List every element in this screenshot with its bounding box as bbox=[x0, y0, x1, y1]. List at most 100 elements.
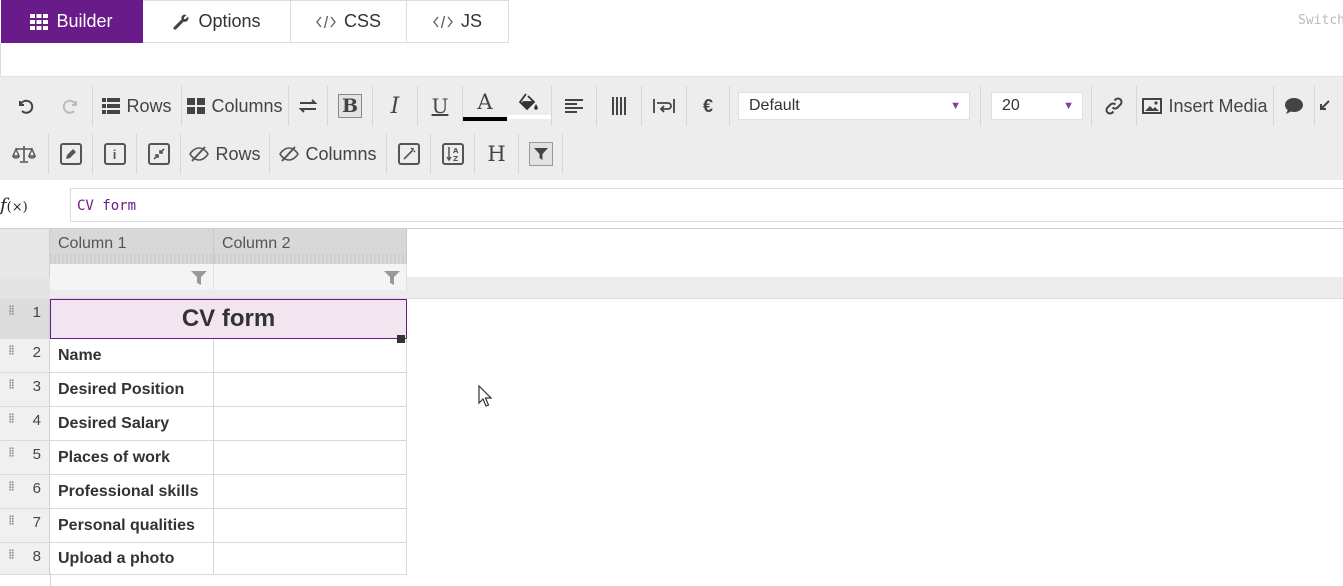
underline-button[interactable]: U bbox=[418, 86, 462, 126]
row-header[interactable]: 2 bbox=[0, 339, 50, 373]
wrench-icon bbox=[173, 14, 189, 30]
header-button[interactable]: H bbox=[475, 134, 518, 174]
currency-button[interactable]: € bbox=[687, 86, 729, 126]
edit-button[interactable] bbox=[49, 134, 92, 174]
italic-button[interactable]: I bbox=[373, 86, 417, 126]
table-cell[interactable]: Name bbox=[50, 339, 214, 373]
row-number: 4 bbox=[32, 412, 41, 429]
tab-css[interactable]: CSS bbox=[291, 0, 407, 43]
table-cell[interactable] bbox=[214, 509, 407, 543]
merge-button[interactable] bbox=[137, 134, 180, 174]
grid-divider bbox=[50, 573, 51, 586]
title-cell[interactable]: CV form bbox=[50, 299, 407, 339]
drag-handle-icon[interactable] bbox=[9, 305, 14, 315]
hide-rows-button[interactable]: Rows bbox=[181, 134, 269, 174]
table-cell[interactable] bbox=[214, 441, 407, 475]
font-color-button[interactable]: A bbox=[463, 86, 507, 126]
toolbar-separator bbox=[729, 86, 730, 126]
redo-icon bbox=[62, 99, 77, 114]
column-filter[interactable] bbox=[214, 264, 407, 290]
filter-button[interactable] bbox=[519, 134, 562, 174]
row-header[interactable]: 1 bbox=[0, 299, 50, 339]
drag-handle-icon[interactable] bbox=[9, 447, 14, 457]
arrow-icon bbox=[1320, 100, 1330, 110]
table-cell[interactable] bbox=[214, 475, 407, 509]
row-header[interactable]: 6 bbox=[0, 475, 50, 509]
link-icon bbox=[1105, 97, 1123, 115]
comment-button[interactable] bbox=[1274, 86, 1314, 126]
drag-handle-icon[interactable] bbox=[9, 549, 14, 559]
column-filter[interactable] bbox=[50, 264, 214, 290]
chevron-down-icon: ▼ bbox=[950, 100, 961, 112]
redo-button[interactable] bbox=[50, 86, 92, 126]
font-size-select[interactable]: 20 ▼ bbox=[991, 92, 1083, 120]
transpose-button[interactable] bbox=[289, 86, 327, 126]
row-number: 5 bbox=[32, 446, 41, 463]
table-cell[interactable]: Personal qualities bbox=[50, 509, 214, 543]
toolbar: Rows Columns B I U A € Default ▼ 20 ▼ In… bbox=[0, 76, 1343, 180]
row-header[interactable]: 7 bbox=[0, 509, 50, 543]
table-cell[interactable]: Desired Salary bbox=[50, 407, 214, 441]
table-cell[interactable] bbox=[214, 373, 407, 407]
link-button[interactable] bbox=[1092, 86, 1136, 126]
sort-button[interactable]: A Z bbox=[431, 134, 474, 174]
table-cell[interactable] bbox=[214, 543, 407, 575]
font-family-select[interactable]: Default ▼ bbox=[738, 92, 970, 120]
tab-builder[interactable]: Builder bbox=[1, 0, 143, 43]
grid-icon bbox=[30, 13, 49, 30]
toolbar-row-1: Rows Columns B I U A € Default ▼ 20 ▼ In… bbox=[0, 84, 1335, 128]
columns-button[interactable]: Columns bbox=[182, 86, 288, 126]
info-button[interactable]: i bbox=[93, 134, 136, 174]
columns-icon bbox=[187, 98, 206, 114]
column-header[interactable]: Column 1 bbox=[50, 229, 214, 264]
row-header[interactable]: 8 bbox=[0, 543, 50, 575]
hide-columns-label: Columns bbox=[305, 143, 377, 164]
table-cell[interactable]: Places of work bbox=[50, 441, 214, 475]
font-family-value: Default bbox=[749, 97, 800, 114]
table-cell[interactable] bbox=[214, 407, 407, 441]
drag-handle-icon[interactable] bbox=[9, 345, 14, 355]
svg-text:A: A bbox=[453, 147, 459, 155]
undo-button[interactable] bbox=[0, 86, 50, 126]
column-header[interactable]: Column 2 bbox=[214, 229, 407, 264]
tab-js[interactable]: JS bbox=[407, 0, 509, 43]
table-cell[interactable]: Desired Position bbox=[50, 373, 214, 407]
row-header[interactable]: 5 bbox=[0, 441, 50, 475]
rows-button[interactable]: Rows bbox=[93, 86, 181, 126]
bold-button[interactable]: B bbox=[328, 86, 372, 126]
formula-bar: f(×) CV form bbox=[0, 180, 1343, 229]
toolbar-separator bbox=[980, 86, 981, 126]
undo-icon bbox=[19, 99, 34, 114]
bold-icon: B bbox=[338, 94, 362, 118]
drag-handle-icon[interactable] bbox=[9, 379, 14, 389]
tab-options[interactable]: Options bbox=[143, 0, 291, 43]
sort-az-icon: A Z bbox=[441, 143, 464, 165]
row-number: 7 bbox=[32, 514, 41, 531]
fill-color-button[interactable] bbox=[507, 86, 551, 126]
row-header[interactable]: 4 bbox=[0, 407, 50, 441]
drag-handle-icon[interactable] bbox=[9, 481, 14, 491]
row-header[interactable]: 3 bbox=[0, 373, 50, 407]
table-cell[interactable] bbox=[214, 339, 407, 373]
filter-row-header bbox=[0, 277, 50, 299]
formula-input[interactable]: CV form bbox=[70, 188, 1343, 222]
fx-suffix: (×) bbox=[6, 200, 28, 215]
more-button[interactable] bbox=[1315, 86, 1335, 126]
drag-handle-icon[interactable] bbox=[9, 515, 14, 525]
font-size-value: 20 bbox=[1002, 97, 1020, 114]
table-cell[interactable]: Upload a photo bbox=[50, 543, 214, 575]
tab-options-label: Options bbox=[198, 11, 261, 31]
wrap-text-icon bbox=[653, 99, 675, 113]
vertical-align-button[interactable] bbox=[597, 86, 641, 126]
drag-handle-icon[interactable] bbox=[9, 413, 14, 423]
switch-link[interactable]: Switch bbox=[1298, 13, 1343, 28]
hide-columns-button[interactable]: Columns bbox=[270, 134, 386, 174]
align-button[interactable] bbox=[552, 86, 596, 126]
magic-button[interactable] bbox=[387, 134, 430, 174]
insert-media-button[interactable]: Insert Media bbox=[1137, 86, 1273, 126]
table-cell[interactable]: Professional skills bbox=[50, 475, 214, 509]
columns-button-label: Columns bbox=[211, 95, 283, 116]
font-color-icon: A bbox=[477, 90, 493, 114]
validation-button[interactable] bbox=[0, 134, 48, 174]
wrap-text-button[interactable] bbox=[642, 86, 686, 126]
